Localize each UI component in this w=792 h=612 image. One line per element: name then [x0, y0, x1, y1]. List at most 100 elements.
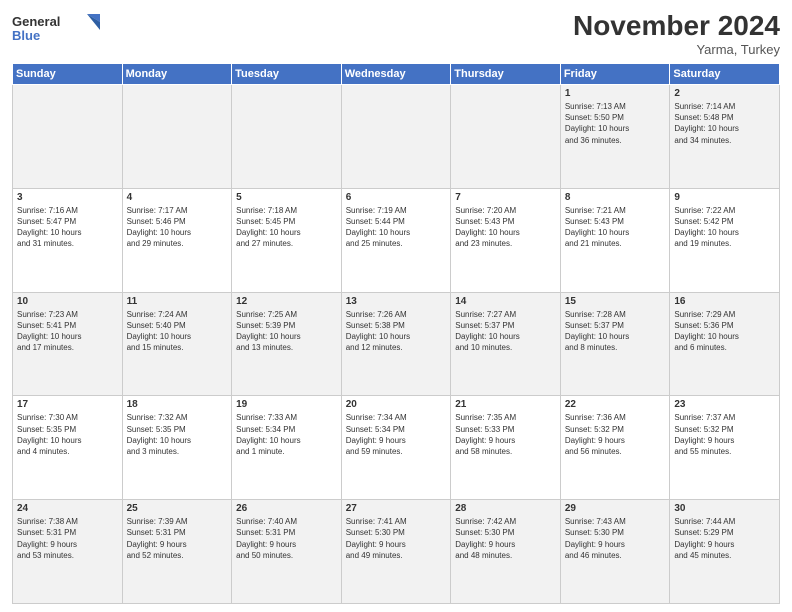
- day-info: Sunrise: 7:26 AM Sunset: 5:38 PM Dayligh…: [346, 309, 447, 354]
- table-row: 28Sunrise: 7:42 AM Sunset: 5:30 PM Dayli…: [451, 500, 561, 604]
- day-number: 9: [674, 192, 775, 203]
- day-info: Sunrise: 7:32 AM Sunset: 5:35 PM Dayligh…: [127, 412, 228, 457]
- logo: General Blue: [12, 10, 102, 46]
- day-info: Sunrise: 7:41 AM Sunset: 5:30 PM Dayligh…: [346, 516, 447, 561]
- day-number: 3: [17, 192, 118, 203]
- day-number: 14: [455, 296, 556, 307]
- table-row: 2 Sunrise: 7:14 AM Sunset: 5:48 PM Daylig…: [670, 85, 780, 189]
- day-number: 13: [346, 296, 447, 307]
- day-number: 6: [346, 192, 447, 203]
- location-label: Yarma, Turkey: [573, 42, 780, 57]
- table-row: [341, 85, 451, 189]
- day-number: 26: [236, 503, 337, 514]
- table-row: [13, 85, 123, 189]
- day-info: Sunrise: 7:13 AM Sunset: 5:50 PM Dayligh…: [565, 101, 666, 146]
- day-number: 17: [17, 399, 118, 410]
- day-info: Sunrise: 7:16 AM Sunset: 5:47 PM Dayligh…: [17, 205, 118, 250]
- col-tuesday: Tuesday: [232, 64, 342, 85]
- table-row: 16 Sunrise: 7:29 AM Sunset: 5:36 PM Dayli…: [670, 292, 780, 396]
- col-sunday: Sunday: [13, 64, 123, 85]
- table-row: 1 Sunrise: 7:13 AM Sunset: 5:50 PM Daylig…: [560, 85, 670, 189]
- day-info: Sunrise: 7:35 AM Sunset: 5:33 PM Dayligh…: [455, 412, 556, 457]
- table-row: 6 Sunrise: 7:19 AM Sunset: 5:44 PM Daylig…: [341, 188, 451, 292]
- table-row: [232, 85, 342, 189]
- table-row: 21 Sunrise: 7:35 AM Sunset: 5:33 PM Dayli…: [451, 396, 561, 500]
- day-number: 23: [674, 399, 775, 410]
- day-info: Sunrise: 7:14 AM Sunset: 5:48 PM Dayligh…: [674, 101, 775, 146]
- table-row: 25 Sunrise: 7:39 AM Sunset: 5:31 PM Dayli…: [122, 500, 232, 604]
- day-number: 21: [455, 399, 556, 410]
- day-number: 2: [674, 88, 775, 99]
- table-row: 29 Sunrise: 7:43 AM Sunset: 5:30 PM Dayli…: [560, 500, 670, 604]
- day-number: 16: [674, 296, 775, 307]
- day-number: 15: [565, 296, 666, 307]
- day-info: Sunrise: 7:30 AM Sunset: 5:35 PM Dayligh…: [17, 412, 118, 457]
- day-info: Sunrise: 7:23 AM Sunset: 5:41 PM Dayligh…: [17, 309, 118, 354]
- table-row: 27 Sunrise: 7:41 AM Sunset: 5:30 PM Dayli…: [341, 500, 451, 604]
- day-info: Sunrise: 7:24 AM Sunset: 5:40 PM Dayligh…: [127, 309, 228, 354]
- day-info: Sunrise: 7:20 AM Sunset: 5:43 PM Dayligh…: [455, 205, 556, 250]
- table-row: 19 Sunrise: 7:33 AM Sunset: 5:34 PM Dayli…: [232, 396, 342, 500]
- day-number: 19: [236, 399, 337, 410]
- day-number: 5: [236, 192, 337, 203]
- table-row: 4 Sunrise: 7:17 AM Sunset: 5:46 PM Daylig…: [122, 188, 232, 292]
- table-row: 15Sunrise: 7:28 AM Sunset: 5:37 PM Dayli…: [560, 292, 670, 396]
- day-info: Sunrise: 7:21 AM Sunset: 5:43 PM Dayligh…: [565, 205, 666, 250]
- day-info: Sunrise: 7:22 AM Sunset: 5:42 PM Dayligh…: [674, 205, 775, 250]
- day-number: 29: [565, 503, 666, 514]
- day-number: 10: [17, 296, 118, 307]
- day-number: 1: [565, 88, 666, 99]
- table-row: 24 Sunrise: 7:38 AM Sunset: 5:31 PM Dayli…: [13, 500, 123, 604]
- col-monday: Monday: [122, 64, 232, 85]
- page-container: General Blue November 2024 Yarma, Turkey…: [0, 0, 792, 612]
- logo-icon: General Blue: [12, 10, 102, 46]
- col-friday: Friday: [560, 64, 670, 85]
- day-info: Sunrise: 7:29 AM Sunset: 5:36 PM Dayligh…: [674, 309, 775, 354]
- day-info: Sunrise: 7:33 AM Sunset: 5:34 PM Dayligh…: [236, 412, 337, 457]
- day-number: 12: [236, 296, 337, 307]
- day-info: Sunrise: 7:38 AM Sunset: 5:31 PM Dayligh…: [17, 516, 118, 561]
- table-row: 8 Sunrise: 7:21 AM Sunset: 5:43 PM Daylig…: [560, 188, 670, 292]
- table-row: 3 Sunrise: 7:16 AM Sunset: 5:47 PM Daylig…: [13, 188, 123, 292]
- day-number: 25: [127, 503, 228, 514]
- col-wednesday: Wednesday: [341, 64, 451, 85]
- day-number: 27: [346, 503, 447, 514]
- day-number: 20: [346, 399, 447, 410]
- page-header: General Blue November 2024 Yarma, Turkey: [12, 10, 780, 57]
- table-row: 14 Sunrise: 7:27 AM Sunset: 5:37 PM Dayli…: [451, 292, 561, 396]
- calendar-week-row: 3 Sunrise: 7:16 AM Sunset: 5:47 PM Daylig…: [13, 188, 780, 292]
- day-number: 30: [674, 503, 775, 514]
- svg-text:General: General: [12, 14, 60, 29]
- day-info: Sunrise: 7:19 AM Sunset: 5:44 PM Dayligh…: [346, 205, 447, 250]
- day-number: 24: [17, 503, 118, 514]
- day-number: 22: [565, 399, 666, 410]
- day-info: Sunrise: 7:43 AM Sunset: 5:30 PM Dayligh…: [565, 516, 666, 561]
- table-row: 9 Sunrise: 7:22 AM Sunset: 5:42 PM Daylig…: [670, 188, 780, 292]
- calendar-week-row: 10 Sunrise: 7:23 AM Sunset: 5:41 PM Dayli…: [13, 292, 780, 396]
- day-info: Sunrise: 7:44 AM Sunset: 5:29 PM Dayligh…: [674, 516, 775, 561]
- table-row: 30 Sunrise: 7:44 AM Sunset: 5:29 PM Dayli…: [670, 500, 780, 604]
- title-block: November 2024 Yarma, Turkey: [573, 10, 780, 57]
- table-row: [122, 85, 232, 189]
- table-row: [451, 85, 561, 189]
- day-info: Sunrise: 7:39 AM Sunset: 5:31 PM Dayligh…: [127, 516, 228, 561]
- table-row: 18Sunrise: 7:32 AM Sunset: 5:35 PM Dayli…: [122, 396, 232, 500]
- table-row: 5Sunrise: 7:18 AM Sunset: 5:45 PM Daylig…: [232, 188, 342, 292]
- svg-text:Blue: Blue: [12, 28, 40, 43]
- day-number: 7: [455, 192, 556, 203]
- day-info: Sunrise: 7:27 AM Sunset: 5:37 PM Dayligh…: [455, 309, 556, 354]
- table-row: 20Sunrise: 7:34 AM Sunset: 5:34 PM Dayli…: [341, 396, 451, 500]
- day-number: 11: [127, 296, 228, 307]
- table-row: 26 Sunrise: 7:40 AM Sunset: 5:31 PM Dayli…: [232, 500, 342, 604]
- calendar-table: Sunday Monday Tuesday Wednesday Thursday…: [12, 63, 780, 604]
- table-row: 23Sunrise: 7:37 AM Sunset: 5:32 PM Dayli…: [670, 396, 780, 500]
- day-number: 4: [127, 192, 228, 203]
- table-row: 12 Sunrise: 7:25 AM Sunset: 5:39 PM Dayli…: [232, 292, 342, 396]
- day-info: Sunrise: 7:40 AM Sunset: 5:31 PM Dayligh…: [236, 516, 337, 561]
- day-info: Sunrise: 7:25 AM Sunset: 5:39 PM Dayligh…: [236, 309, 337, 354]
- day-number: 8: [565, 192, 666, 203]
- table-row: 17 Sunrise: 7:30 AM Sunset: 5:35 PM Dayli…: [13, 396, 123, 500]
- table-row: 10 Sunrise: 7:23 AM Sunset: 5:41 PM Dayli…: [13, 292, 123, 396]
- day-info: Sunrise: 7:17 AM Sunset: 5:46 PM Dayligh…: [127, 205, 228, 250]
- day-info: Sunrise: 7:42 AM Sunset: 5:30 PM Dayligh…: [455, 516, 556, 561]
